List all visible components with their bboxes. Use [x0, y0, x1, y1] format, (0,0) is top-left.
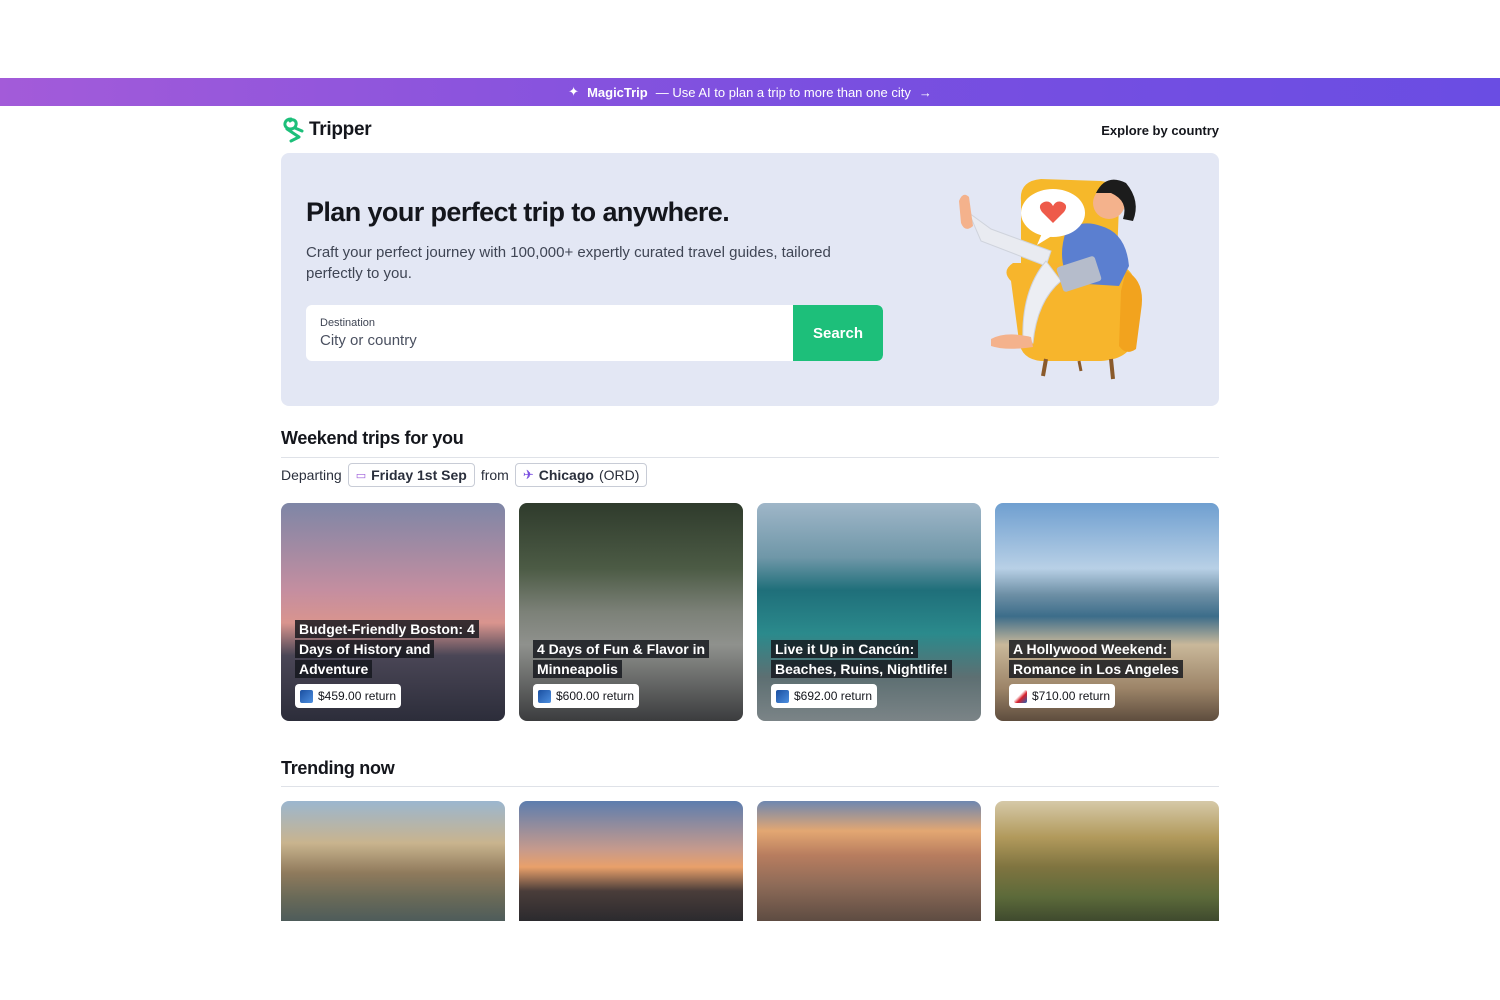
departure-date-picker[interactable]: ▭ Friday 1st Sep: [347, 463, 475, 487]
trip-card-price: $710.00 return: [1009, 684, 1116, 708]
magictrip-banner[interactable]: ✦ MagicTrip — Use AI to plan a trip to m…: [0, 78, 1500, 106]
banner-brand: MagicTrip: [587, 84, 648, 100]
trip-card-title: A Hollywood Weekend: Romance in Los Ange…: [1009, 639, 1205, 679]
departure-city-picker[interactable]: ✈ Chicago (ORD): [514, 463, 648, 487]
trip-card-price: $459.00 return: [295, 684, 402, 708]
destination-field[interactable]: Destination: [306, 305, 793, 361]
tripper-logo-icon: [283, 117, 304, 143]
logo[interactable]: Tripper: [281, 117, 372, 143]
banner-text: — Use AI to plan a trip to more than one…: [655, 84, 911, 100]
explore-by-country-link[interactable]: Explore by country: [1101, 123, 1219, 138]
trending-card[interactable]: [757, 801, 981, 921]
trending-card[interactable]: [281, 801, 505, 921]
trending-card[interactable]: [519, 801, 743, 921]
trending-cards: [281, 801, 1219, 921]
woman-in-armchair-illustration: [959, 179, 1142, 380]
departure-airport: (ORD): [598, 467, 640, 483]
arrow-right-icon: →: [918, 84, 932, 100]
calendar-icon: ▭: [355, 469, 367, 482]
weekend-trip-cards: Budget-Friendly Boston: 4 Days of Histor…: [281, 503, 1219, 721]
hero-title: Plan your perfect trip to anywhere.: [306, 197, 730, 227]
united-airlines-icon: [538, 689, 551, 703]
trip-card-minneapolis[interactable]: 4 Days of Fun & Flavor in Minneapolis $6…: [519, 503, 743, 721]
trip-card-cancun[interactable]: Live it Up in Cancún: Beaches, Ruins, Ni…: [757, 503, 981, 721]
destination-search: Destination Search: [306, 305, 883, 361]
weekend-trips-title: Weekend trips for you: [281, 428, 464, 448]
trip-card-price: $692.00 return: [771, 684, 878, 708]
american-airlines-icon: [1014, 689, 1027, 703]
departing-row: Departing ▭ Friday 1st Sep from ✈ Chicag…: [281, 463, 648, 487]
hero-panel: Plan your perfect trip to anywhere. Craf…: [281, 153, 1219, 406]
trending-now-title: Trending now: [281, 758, 395, 778]
search-button[interactable]: Search: [793, 305, 883, 361]
site-header: Tripper Explore by country: [281, 114, 1219, 146]
departure-city: Chicago: [538, 467, 594, 483]
hero-subtitle: Craft your perfect journey with 100,000+…: [306, 244, 831, 282]
plane-icon: ✈: [522, 467, 534, 482]
section-divider: [281, 457, 1219, 458]
trip-card-los-angeles[interactable]: A Hollywood Weekend: Romance in Los Ange…: [995, 503, 1219, 721]
trip-card-price: $600.00 return: [533, 684, 640, 708]
trip-card-title: 4 Days of Fun & Flavor in Minneapolis: [533, 639, 729, 679]
logo-text: Tripper: [309, 119, 372, 140]
trending-card[interactable]: [995, 801, 1219, 921]
trip-card-title: Budget-Friendly Boston: 4 Days of Histor…: [295, 619, 491, 679]
sparkle-icon: ✦: [568, 84, 580, 99]
united-airlines-icon: [776, 689, 789, 703]
section-divider: [281, 786, 1219, 787]
united-airlines-icon: [300, 689, 313, 703]
destination-label: Destination: [320, 317, 376, 329]
trip-card-boston[interactable]: Budget-Friendly Boston: 4 Days of Histor…: [281, 503, 505, 721]
destination-input[interactable]: [320, 332, 779, 349]
departing-label: Departing: [281, 467, 342, 483]
departure-date: Friday 1st Sep: [371, 467, 467, 483]
trip-card-title: Live it Up in Cancún: Beaches, Ruins, Ni…: [771, 639, 967, 679]
from-label: from: [480, 467, 509, 483]
